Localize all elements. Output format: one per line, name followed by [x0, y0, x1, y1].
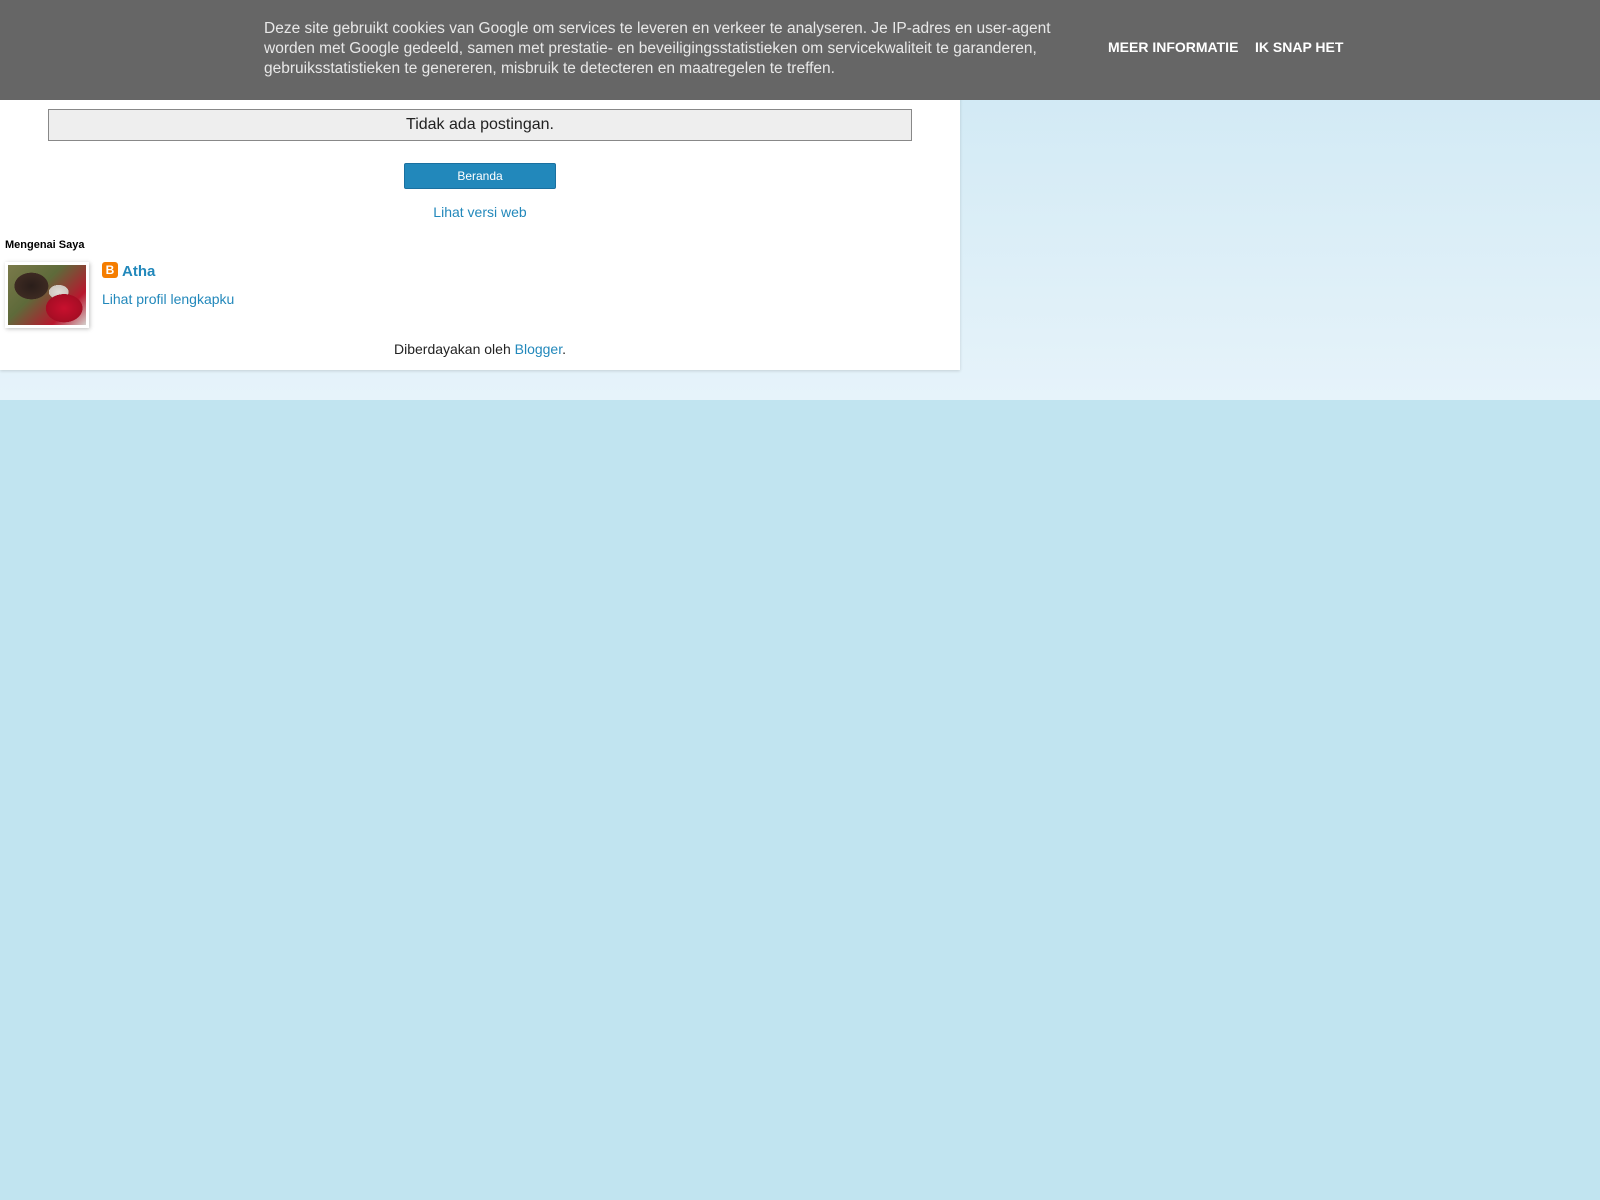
accept-cookies-button[interactable]: IK SNAP HET: [1255, 39, 1343, 55]
cookie-notice-text: Deze site gebruikt cookies van Google om…: [264, 20, 1051, 77]
more-info-button[interactable]: MEER INFORMATIE: [1108, 39, 1238, 55]
view-web-version-link[interactable]: Lihat versi web: [0, 204, 960, 220]
profile-name-link[interactable]: Atha: [122, 263, 155, 280]
full-profile-link[interactable]: Lihat profil lengkapku: [102, 291, 234, 307]
powered-by-suffix: .: [562, 341, 566, 357]
profile-avatar[interactable]: [5, 262, 89, 328]
no-posts-message: Tidak ada postingan.: [48, 109, 912, 141]
avatar-image: [8, 265, 86, 325]
powered-by-footer: Diberdayakan oleh Blogger.: [0, 341, 960, 357]
about-me-title: Mengenai Saya: [5, 239, 85, 251]
blogger-icon: B: [102, 262, 118, 278]
blogger-link[interactable]: Blogger: [515, 341, 562, 357]
home-button[interactable]: Beranda: [404, 163, 556, 189]
cookie-notice-bar: Deze site gebruikt cookies van Google om…: [0, 0, 1600, 100]
powered-by-text: Diberdayakan oleh: [393, 341, 515, 357]
